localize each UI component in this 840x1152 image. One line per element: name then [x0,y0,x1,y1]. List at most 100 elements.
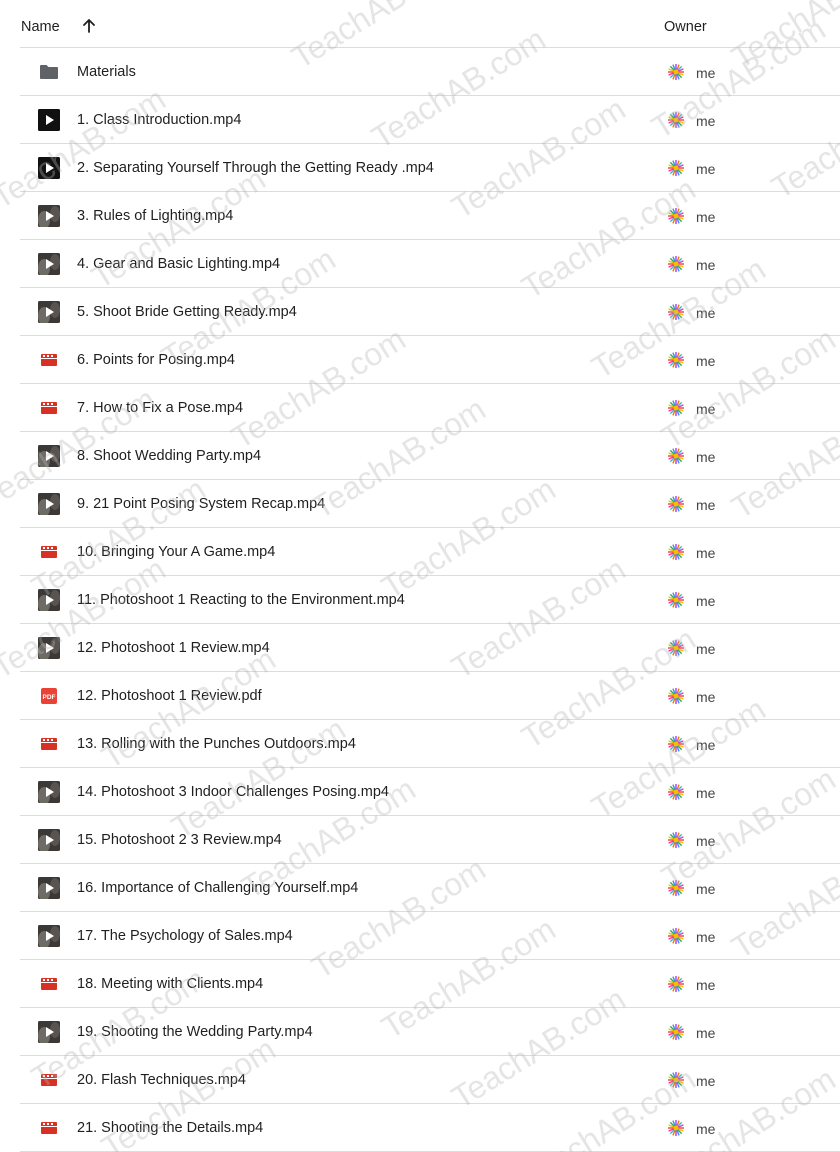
file-name[interactable]: 13. Rolling with the Punches Outdoors.mp… [77,736,356,752]
file-row[interactable]: 3. Rules of Lighting.mp4 me [0,192,840,240]
file-row[interactable]: 15. Photoshoot 2 3 Review.mp4 me [0,816,840,864]
owner-label: me [696,737,716,753]
file-name[interactable]: 16. Importance of Challenging Yourself.m… [77,880,358,896]
file-row[interactable]: 1. Class Introduction.mp4 me [0,96,840,144]
file-row[interactable]: 8. Shoot Wedding Party.mp4 me [0,432,840,480]
owner-avatar-icon [666,494,686,514]
video-file-icon [38,541,60,563]
file-name[interactable]: 2. Separating Yourself Through the Getti… [77,160,434,176]
video-thumbnail-icon [38,589,60,613]
owner-avatar-icon [666,782,686,802]
file-name[interactable]: 6. Points for Posing.mp4 [77,352,235,368]
file-name[interactable]: 7. How to Fix a Pose.mp4 [77,400,243,416]
video-file-icon [38,157,60,179]
file-row[interactable]: 20. Flash Techniques.mp4 me [0,1056,840,1104]
owner-avatar-icon [666,974,686,994]
file-row[interactable]: 11. Photoshoot 1 Reacting to the Environ… [0,576,840,624]
file-row[interactable]: 21. Shooting the Details.mp4 me [0,1104,840,1152]
owner-avatar-icon [666,350,686,370]
file-row[interactable]: 14. Photoshoot 3 Indoor Challenges Posin… [0,768,840,816]
file-name[interactable]: 15. Photoshoot 2 3 Review.mp4 [77,832,282,848]
video-file-icon [38,109,60,131]
owner-label: me [696,881,716,897]
owner-label: me [696,833,716,849]
file-row[interactable]: PDF 12. Photoshoot 1 Review.pdf me [0,672,840,720]
file-row[interactable]: 5. Shoot Bride Getting Ready.mp4 me [0,288,840,336]
owner-label: me [696,113,716,129]
video-thumbnail-icon [38,829,60,853]
arrow-up-icon[interactable] [80,17,98,35]
owner-avatar-icon [666,878,686,898]
owner-avatar-icon [666,542,686,562]
owner-avatar-icon [666,734,686,754]
owner-avatar-icon [666,926,686,946]
owner-label: me [696,785,716,801]
owner-label: me [696,353,716,369]
owner-label: me [696,641,716,657]
owner-avatar-icon [666,446,686,466]
video-file-icon [38,733,60,755]
owner-label: me [696,257,716,273]
owner-label: me [696,497,716,513]
file-name[interactable]: 12. Photoshoot 1 Review.pdf [77,688,262,704]
owner-avatar-icon [666,638,686,658]
owner-label: me [696,65,716,81]
file-name[interactable]: 9. 21 Point Posing System Recap.mp4 [77,496,325,512]
video-thumbnail-icon [38,877,60,901]
file-name[interactable]: 12. Photoshoot 1 Review.mp4 [77,640,270,656]
file-name[interactable]: 14. Photoshoot 3 Indoor Challenges Posin… [77,784,389,800]
file-name[interactable]: 11. Photoshoot 1 Reacting to the Environ… [77,592,405,608]
video-thumbnail-icon [38,253,60,277]
file-name[interactable]: 8. Shoot Wedding Party.mp4 [77,448,261,464]
pdf-icon: PDF [38,685,60,707]
file-name[interactable]: 10. Bringing Your A Game.mp4 [77,544,275,560]
file-name[interactable]: 21. Shooting the Details.mp4 [77,1120,263,1136]
file-row[interactable]: Materials me [0,48,840,96]
owner-avatar-icon [666,206,686,226]
video-thumbnail-icon [38,637,60,661]
video-thumbnail-icon [38,925,60,949]
file-name[interactable]: 18. Meeting with Clients.mp4 [77,976,263,992]
file-row[interactable]: 17. The Psychology of Sales.mp4 me [0,912,840,960]
name-column-header[interactable]: Name [21,19,60,35]
file-name[interactable]: 20. Flash Techniques.mp4 [77,1072,246,1088]
video-file-icon [38,1069,60,1091]
file-row[interactable]: 13. Rolling with the Punches Outdoors.mp… [0,720,840,768]
file-name[interactable]: 4. Gear and Basic Lighting.mp4 [77,256,280,272]
owner-label: me [696,209,716,225]
file-row[interactable]: 18. Meeting with Clients.mp4 me [0,960,840,1008]
file-row[interactable]: 7. How to Fix a Pose.mp4 me [0,384,840,432]
file-row[interactable]: 10. Bringing Your A Game.mp4 me [0,528,840,576]
file-name[interactable]: 17. The Psychology of Sales.mp4 [77,928,293,944]
owner-avatar-icon [666,398,686,418]
file-row[interactable]: 4. Gear and Basic Lighting.mp4 me [0,240,840,288]
folder-icon [38,61,60,83]
file-row[interactable]: 19. Shooting the Wedding Party.mp4 me [0,1008,840,1056]
owner-avatar-icon [666,1118,686,1138]
owner-avatar-icon [666,830,686,850]
file-name[interactable]: 1. Class Introduction.mp4 [77,112,241,128]
owner-label: me [696,929,716,945]
file-row[interactable]: 16. Importance of Challenging Yourself.m… [0,864,840,912]
owner-label: me [696,593,716,609]
file-name[interactable]: 19. Shooting the Wedding Party.mp4 [77,1024,313,1040]
video-thumbnail-icon [38,781,60,805]
owner-avatar-icon [666,158,686,178]
owner-label: me [696,305,716,321]
file-name[interactable]: 3. Rules of Lighting.mp4 [77,208,233,224]
owner-avatar-icon [666,686,686,706]
video-file-icon [38,349,60,371]
file-name[interactable]: 5. Shoot Bride Getting Ready.mp4 [77,304,297,320]
file-list-header: Name Owner [0,0,840,48]
owner-label: me [696,545,716,561]
owner-label: me [696,449,716,465]
file-name[interactable]: Materials [77,64,136,80]
video-thumbnail-icon [38,1021,60,1045]
owner-column-header[interactable]: Owner [664,19,707,35]
file-row[interactable]: 2. Separating Yourself Through the Getti… [0,144,840,192]
owner-label: me [696,1121,716,1137]
file-row[interactable]: 9. 21 Point Posing System Recap.mp4 me [0,480,840,528]
file-row[interactable]: 12. Photoshoot 1 Review.mp4 me [0,624,840,672]
file-row[interactable]: 6. Points for Posing.mp4 me [0,336,840,384]
owner-avatar-icon [666,110,686,130]
